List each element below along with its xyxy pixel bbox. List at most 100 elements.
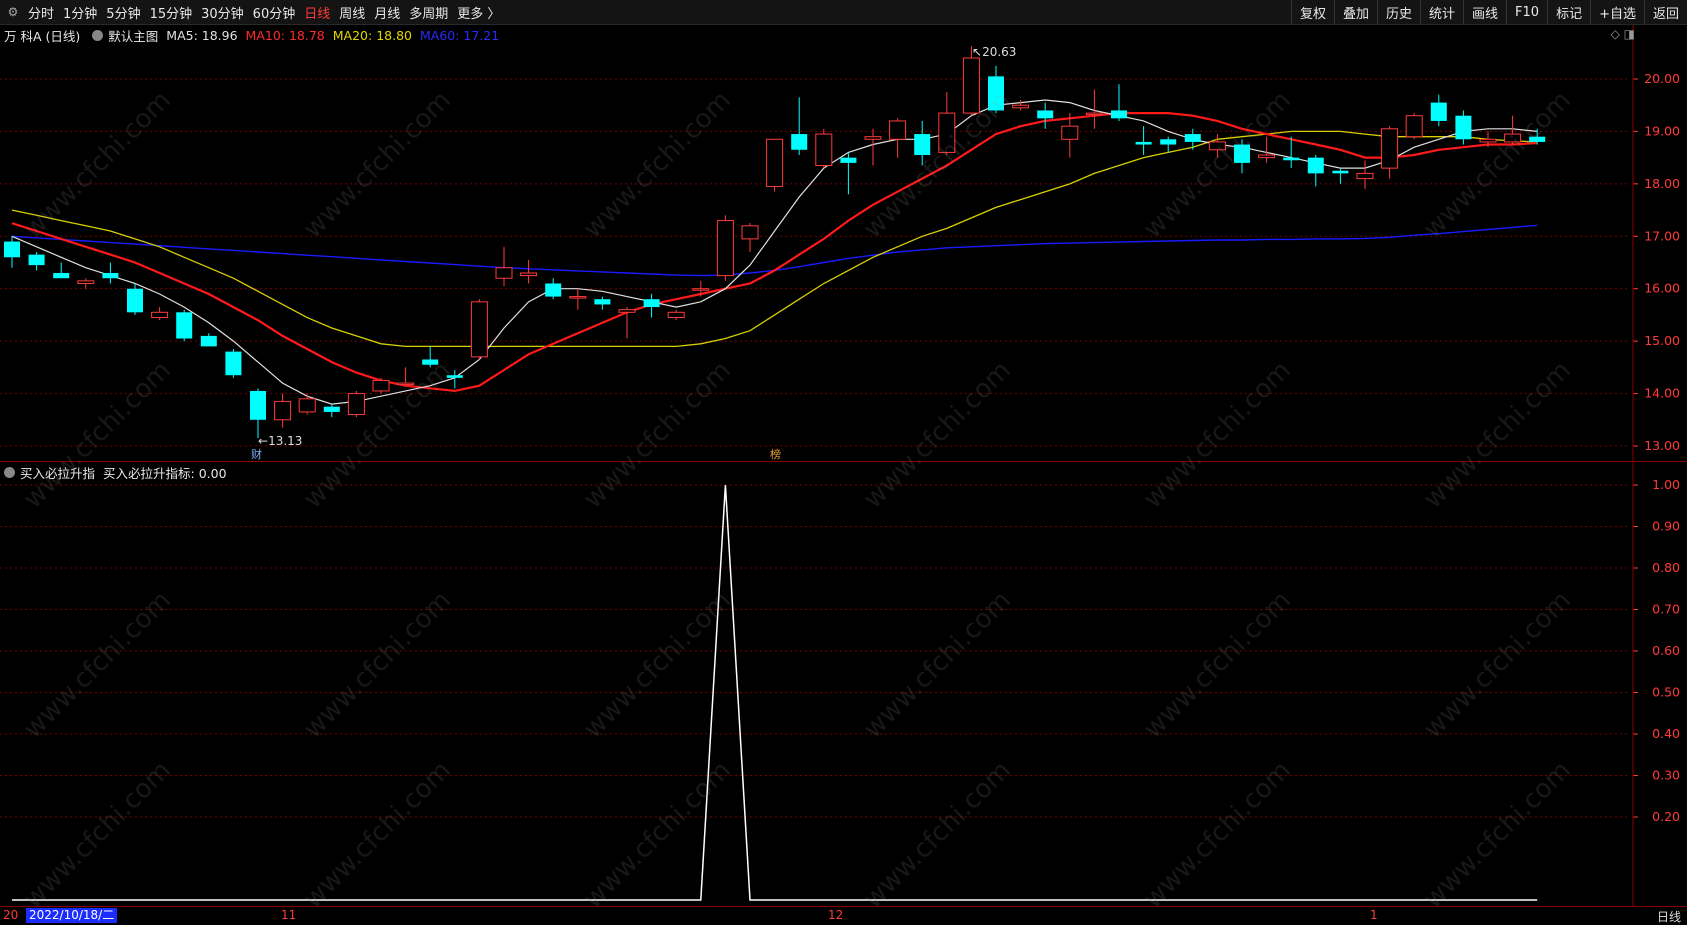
indicator-toggle-icon[interactable] [4,466,15,478]
toolbar-button-2[interactable]: 历史 [1376,0,1420,24]
candle-body [962,57,980,114]
main-chart-panel[interactable]: 20.00 19.00 18.00 17.00 16.00 15.00 14.00 13.00… [0,25,1687,461]
period-tab-6[interactable]: 日线 [304,3,330,22]
candle-body [1504,133,1522,143]
candle-body [347,393,365,416]
candle-body [1111,110,1127,119]
candle-body [1381,128,1399,169]
candle-body [1455,115,1472,140]
y-tick-label: 18.00 [1644,176,1680,191]
y-tick-label: 13.00 [1644,438,1680,453]
toolbar-button-0[interactable]: 复权 [1290,0,1334,24]
candle-body [1160,139,1177,145]
low-price-label: ←13.13 [258,434,303,448]
candle-body [643,299,660,308]
x-label-nov: 11 [281,908,297,922]
y-tick-label: 0.20 [1652,809,1680,824]
candle-body [667,311,685,319]
low-price-value: 13.13 [268,434,303,448]
candle-body [594,299,611,305]
toolbar-button-3[interactable]: 统计 [1420,0,1463,24]
candle-body [127,288,143,313]
candle-body [1356,172,1374,180]
candle-body [397,382,415,386]
period-tab-9[interactable]: 多周期 [409,3,448,22]
finance-mark[interactable]: 财 [251,446,262,462]
ma60-line [11,224,1538,277]
high-price-value: 20.63 [982,45,1017,59]
toolbar-button-1[interactable]: 叠加 [1333,0,1377,24]
ma20-label: MA20: 18.80 [332,27,412,43]
period-tab-1[interactable]: 1分钟 [63,3,97,22]
panel-corner-icons[interactable]: ◇ ◨ [1611,27,1635,41]
period-tab-5[interactable]: 60分钟 [253,3,296,22]
candle-body [741,225,759,240]
high-price-label: ↖20.63 [972,45,1017,59]
candle-body [766,138,784,187]
candle-body [1135,141,1152,145]
toolbar-button-4[interactable]: 画线 [1463,0,1506,24]
template-toggle-icon[interactable] [92,29,104,41]
candle-body [298,398,316,413]
candle-body [28,254,45,266]
toolbar-button-7[interactable]: +自选 [1590,0,1644,24]
candle-body [1184,134,1201,142]
candle-body [1307,157,1324,174]
x-label-jan: 1 [1370,908,1378,922]
candle-body [225,351,242,376]
y-tick-label: 0.80 [1652,560,1680,575]
template-name[interactable]: 默认主图 [108,26,158,45]
y-tick-label: 14.00 [1644,386,1680,401]
candle-body [1332,170,1349,174]
candle-body [938,112,956,153]
indicator-name[interactable]: 买入必拉升指 [20,463,95,482]
main-chart-header: 万 科A (日线) 默认主图 MA5: 18.96 MA10: 18.78 MA… [4,26,507,45]
list-mark[interactable]: 榜 [770,446,781,462]
period-tab-4[interactable]: 30分钟 [201,3,244,22]
candle-body [4,241,20,258]
toolbar-button-6[interactable]: 标记 [1547,0,1590,24]
candle-body [1061,125,1079,140]
candle-body [1012,104,1030,109]
candle-body [1234,144,1250,163]
candle-body [815,133,833,167]
period-tab-2[interactable]: 5分钟 [106,3,140,22]
candle-body [1529,136,1546,142]
candle-body [520,272,538,277]
period-tab-8[interactable]: 月线 [374,3,400,22]
candle-body [1085,112,1103,116]
candle-body [323,406,340,412]
indicator-header: 买入必拉升指 买入必拉升指标: 0.00 [4,463,235,482]
candle-body [446,375,463,378]
candle-body [422,359,439,365]
period-tab-7[interactable]: 周线 [339,3,365,22]
candle-body [914,134,931,156]
settings-icon[interactable]: ⚙ [4,3,22,21]
candle-body [864,136,882,140]
candle-body [1479,138,1497,143]
candlestick-chart[interactable]: 20.00 19.00 18.00 17.00 16.00 15.00 14.00 13.00 [0,25,1687,461]
stock-title: 万 科A (日线) [4,28,81,44]
x-axis-bar: 20 2022/10/18/二 11 12 1 日线 [0,906,1687,924]
y-tick-label: 17.00 [1644,228,1680,243]
x-label-dec: 12 [828,908,844,922]
indicator-panel[interactable]: 1.00 0.90 0.80 0.70 0.60 0.50 0.40 0.30 0.20 买入必… [0,461,1687,907]
y-tick-label: 1.00 [1652,477,1680,492]
period-tab-10[interactable]: 更多 〉 [457,3,500,22]
candle-body [176,312,193,339]
candle-body [1283,157,1300,161]
candle-body [250,390,266,420]
toolbar-button-8[interactable]: 返回 [1643,0,1687,24]
period-tab-3[interactable]: 15分钟 [150,3,193,22]
period-tab-0[interactable]: 分时 [28,3,54,22]
period-indicator[interactable]: 日线 [1657,908,1681,925]
y-tick-label: 0.50 [1652,685,1680,700]
period-toolbar: ⚙ 分时 1分钟 5分钟 15分钟 30分钟 60分钟 日线 周线 月线 多周期 更多 〉 复权 叠加… [0,0,1687,25]
indicator-chart[interactable]: 1.00 0.90 0.80 0.70 0.60 0.50 0.40 0.30 0.20 [0,462,1687,907]
candle-body [53,272,70,279]
toolbar-button-5[interactable]: F10 [1506,0,1547,24]
x-label-start: 20 [3,908,19,922]
candle-body [495,267,513,279]
candle-body [151,311,169,319]
toolbar-right-buttons: 复权 叠加 历史 统计 画线 F10 标记 +自选 返回 [1290,0,1687,24]
